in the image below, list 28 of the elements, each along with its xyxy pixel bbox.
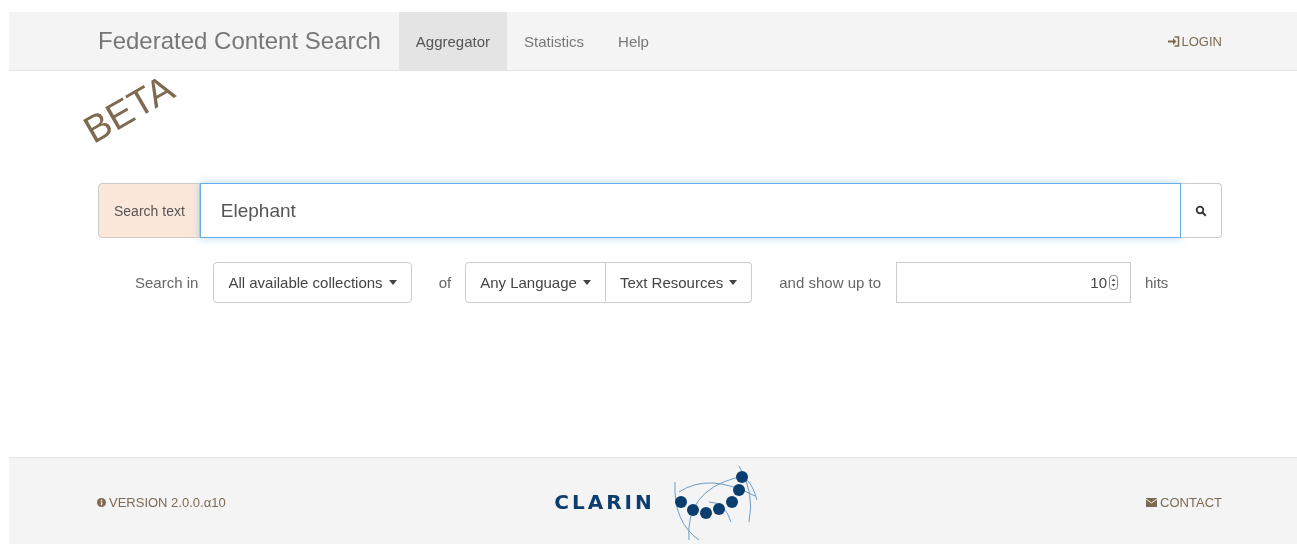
search-field[interactable]: Elephant (199, 183, 1181, 238)
mail-icon (1146, 497, 1158, 507)
search-in-label: Search in (135, 274, 199, 291)
clarin-logo-text: CLARIN (554, 490, 655, 514)
max-hits-field[interactable]: 10 (896, 262, 1132, 303)
search-label: Search text (98, 183, 200, 238)
collections-dropdown[interactable]: All available collections (213, 262, 412, 303)
caret-icon (729, 280, 738, 285)
nav-tab[interactable]: Statistics (507, 12, 602, 70)
hits-label: hits (1145, 274, 1169, 291)
spinner-icon (1109, 275, 1119, 290)
caret-icon (582, 280, 591, 285)
nav-tab[interactable]: Help (601, 12, 666, 70)
contact-link[interactable]: CONTACT (1160, 494, 1222, 510)
info-icon (97, 497, 106, 507)
nav-tab[interactable]: Aggregator (398, 12, 508, 70)
caret-icon (388, 280, 397, 285)
app-title: Federated Content Search (98, 26, 381, 56)
login-link[interactable]: LOGIN (1167, 12, 1222, 70)
language-dropdown[interactable]: Any Language (465, 262, 606, 303)
show-up-to-label: and show up to (779, 274, 882, 291)
version-text: VERSION 2.0.0.α10 (109, 494, 226, 510)
beta-label: BETA (76, 66, 182, 152)
resources-dropdown[interactable]: Text Resources (605, 262, 753, 303)
search-icon (1195, 204, 1207, 217)
login-icon (1167, 35, 1180, 47)
search-button[interactable] (1181, 183, 1222, 238)
of-label: of (438, 274, 452, 291)
